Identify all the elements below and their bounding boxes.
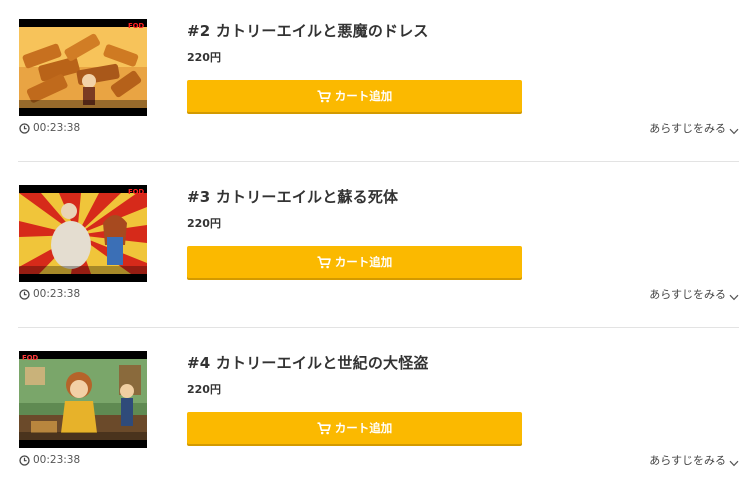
episode-title[interactable]: #3 カトリーエイルと蘇る死体 [187, 186, 398, 207]
fod-logo: FOD [128, 188, 144, 196]
cart-button-label: カート追加 [334, 89, 393, 103]
divider [18, 161, 739, 162]
duration: 00:23:38 [19, 453, 80, 467]
clock-icon [19, 122, 30, 134]
episode-thumbnail[interactable]: FOD [19, 351, 147, 448]
cart-button-label: カート追加 [334, 255, 393, 269]
synopsis-toggle[interactable]: あらすじをみる [649, 452, 739, 468]
add-to-cart-button[interactable]: カート追加 [187, 246, 522, 278]
episode-price: 220円 [187, 51, 221, 64]
cart-button-label: カート追加 [334, 421, 393, 435]
fod-logo: FOD [22, 354, 38, 362]
divider [18, 327, 739, 328]
add-to-cart-button[interactable]: カート追加 [187, 80, 522, 112]
synopsis-label: あらすじをみる [649, 454, 726, 467]
episode-title[interactable]: #4 カトリーエイルと世紀の大怪盗 [187, 352, 429, 373]
episode-title[interactable]: #2 カトリーエイルと悪魔のドレス [187, 20, 429, 41]
episode-price: 220円 [187, 217, 221, 230]
duration-text: 00:23:38 [33, 122, 81, 134]
episode-item: FOD 00:23:38 #2 カトリーエイルと悪魔のドレス 220円 カート追… [0, 0, 753, 166]
chevron-down-icon [729, 125, 739, 134]
synopsis-label: あらすじをみる [649, 122, 726, 135]
synopsis-toggle[interactable]: あらすじをみる [649, 120, 739, 136]
duration-text: 00:23:38 [33, 454, 81, 466]
fod-logo: FOD [128, 22, 144, 30]
episode-thumbnail[interactable]: FOD [19, 19, 147, 116]
cart-icon [317, 421, 331, 435]
duration: 00:23:38 [19, 287, 80, 301]
chevron-down-icon [729, 291, 739, 300]
duration-text: 00:23:38 [33, 288, 81, 300]
chevron-down-icon [729, 457, 739, 466]
duration: 00:23:38 [19, 121, 80, 135]
clock-icon [19, 288, 30, 300]
add-to-cart-button[interactable]: カート追加 [187, 412, 522, 444]
episode-price: 220円 [187, 383, 221, 396]
cart-icon [317, 89, 331, 103]
synopsis-label: あらすじをみる [649, 288, 726, 301]
episode-item: FOD 00:23:38 #4 カトリーエイルと世紀の大怪盗 220円 カート追… [0, 332, 753, 498]
cart-icon [317, 255, 331, 269]
synopsis-toggle[interactable]: あらすじをみる [649, 286, 739, 302]
episode-thumbnail[interactable]: FOD [19, 185, 147, 282]
clock-icon [19, 454, 30, 466]
episode-item: FOD 00:23:38 #3 カトリーエイルと蘇る死体 220円 カート追加 … [0, 166, 753, 332]
